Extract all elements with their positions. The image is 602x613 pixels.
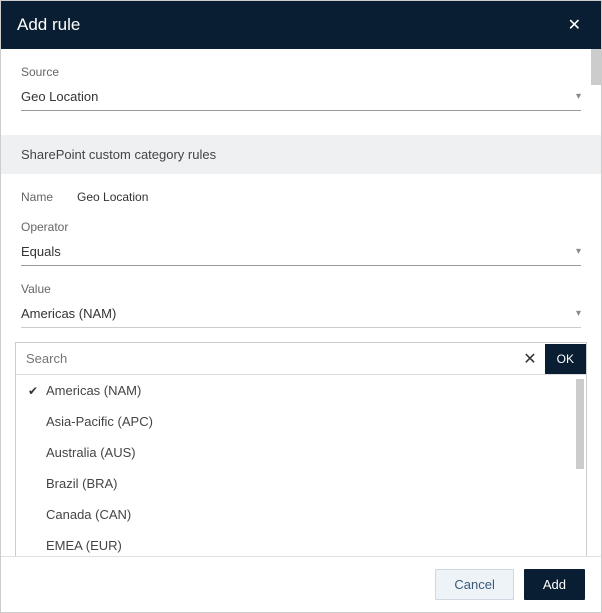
chevron-down-icon: ▾ [576, 91, 581, 102]
category-banner: SharePoint custom category rules [1, 135, 601, 174]
close-icon: ✕ [523, 351, 536, 368]
source-label: Source [21, 65, 581, 79]
option-label: EMEA (EUR) [46, 538, 122, 553]
dialog-header: Add rule ✕ [1, 1, 601, 49]
name-label: Name [21, 190, 53, 204]
option-label: Americas (NAM) [46, 383, 141, 398]
source-section: Source Geo Location ▾ [1, 49, 601, 135]
check-icon: ✔ [28, 384, 46, 398]
chevron-down-icon: ▾ [576, 308, 581, 319]
value-select[interactable]: Americas (NAM) ▾ [21, 302, 581, 328]
option-item[interactable]: ✔Americas (NAM) [16, 375, 586, 406]
value-selected: Americas (NAM) [21, 306, 116, 321]
dialog-title: Add rule [17, 15, 80, 35]
dialog-footer: Cancel Add [1, 556, 601, 612]
value-label: Value [21, 282, 581, 296]
ok-button[interactable]: OK [545, 344, 586, 374]
body-scrollbar[interactable] [591, 49, 601, 85]
option-label: Brazil (BRA) [46, 476, 118, 491]
add-button[interactable]: Add [524, 569, 585, 600]
option-item[interactable]: Asia-Pacific (APC) [16, 406, 586, 437]
operator-label: Operator [21, 220, 581, 234]
source-value: Geo Location [21, 89, 98, 104]
search-bar: ✕ OK [16, 343, 586, 375]
options-list[interactable]: ✔Americas (NAM) Asia-Pacific (APC) Austral… [16, 375, 586, 556]
source-field: Source Geo Location ▾ [21, 65, 581, 111]
search-input[interactable] [16, 343, 515, 374]
option-label: Canada (CAN) [46, 507, 131, 522]
operator-select[interactable]: Equals ▾ [21, 240, 581, 266]
option-item[interactable]: Canada (CAN) [16, 499, 586, 530]
operator-field: Operator Equals ▾ [21, 220, 581, 266]
chevron-down-icon: ▾ [576, 246, 581, 257]
option-item[interactable]: Australia (AUS) [16, 437, 586, 468]
option-label: Asia-Pacific (APC) [46, 414, 153, 429]
cancel-button[interactable]: Cancel [435, 569, 513, 600]
option-label: Australia (AUS) [46, 445, 136, 460]
name-value: Geo Location [77, 190, 148, 204]
add-rule-dialog: Add rule ✕ Source Geo Location ▾ SharePo… [0, 0, 602, 613]
source-select[interactable]: Geo Location ▾ [21, 85, 581, 111]
operator-value: Equals [21, 244, 61, 259]
option-item[interactable]: Brazil (BRA) [16, 468, 586, 499]
option-item[interactable]: EMEA (EUR) [16, 530, 586, 556]
close-icon: ✕ [568, 17, 581, 34]
value-dropdown-panel: ✕ OK ✔Americas (NAM) Asia-Pacific (APC) Au… [15, 342, 587, 556]
value-field: Value Americas (NAM) ▾ [21, 282, 581, 328]
banner-text: SharePoint custom category rules [21, 147, 216, 162]
name-row: Name Geo Location [21, 190, 581, 204]
options-scrollbar[interactable] [576, 379, 584, 469]
options-wrap: ✔Americas (NAM) Asia-Pacific (APC) Austral… [16, 375, 586, 556]
close-button[interactable]: ✕ [564, 15, 585, 35]
clear-search-button[interactable]: ✕ [515, 349, 544, 369]
dialog-body: Source Geo Location ▾ SharePoint custom … [1, 49, 601, 556]
rule-section: Name Geo Location Operator Equals ▾ Valu… [1, 174, 601, 342]
